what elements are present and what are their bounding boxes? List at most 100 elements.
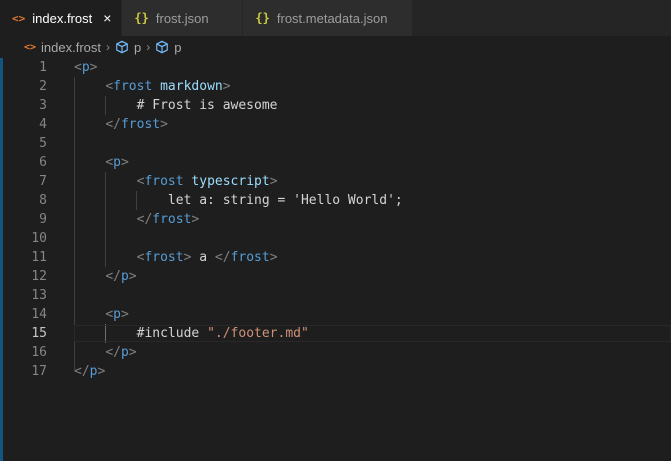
code-token: p: [113, 307, 121, 322]
code-token: <: [105, 307, 114, 322]
code-text: </p>: [74, 267, 137, 286]
code-token: </: [214, 250, 231, 265]
code-file-icon: <>: [24, 41, 37, 53]
code-token: frost: [152, 212, 192, 227]
code-text: let a: string = 'Hello World';: [74, 191, 403, 210]
code-line[interactable]: 10: [0, 229, 671, 248]
code-line[interactable]: 8 let a: string = 'Hello World';: [0, 191, 671, 210]
code-token: >: [97, 364, 106, 379]
line-number: 1: [39, 60, 47, 75]
code-token: >: [128, 269, 137, 284]
line-number: 5: [39, 136, 47, 151]
code-line[interactable]: 3 # Frost is awesome: [0, 96, 671, 115]
breadcrumb: <> index.frost › p › p: [0, 36, 671, 58]
code-line[interactable]: 12 </p>: [0, 267, 671, 286]
tab-label: index.frost: [32, 10, 93, 26]
code-line[interactable]: 14 <p>: [0, 305, 671, 324]
code-token: <: [105, 79, 114, 94]
line-number: 14: [31, 307, 47, 322]
line-number: 4: [39, 117, 47, 132]
code-text: </frost>: [74, 210, 200, 229]
tab-frost-metadata-json[interactable]: {} frost.metadata.json: [243, 0, 414, 36]
code-text: </frost>: [74, 115, 168, 134]
code-token: >: [269, 250, 278, 265]
code-token: </: [105, 269, 121, 284]
cube-icon: [115, 40, 129, 54]
code-line[interactable]: 2 <frost markdown>: [0, 77, 671, 96]
code-token: >: [191, 212, 200, 227]
code-token: typescript: [191, 174, 270, 189]
code-token: frost: [113, 79, 153, 94]
tab-frost-json[interactable]: {} frost.json: [122, 0, 244, 36]
line-number: 15: [31, 326, 47, 341]
code-token: frost: [144, 250, 184, 265]
code-token: </: [74, 364, 90, 379]
code-token: "./footer.md": [207, 326, 309, 341]
code-token: <: [74, 60, 82, 75]
line-number: 16: [31, 345, 47, 360]
code-line[interactable]: 5: [0, 134, 671, 153]
code-token: >: [160, 117, 168, 132]
code-file-icon: <>: [12, 11, 26, 25]
line-number: 9: [39, 212, 47, 227]
code-line[interactable]: 7 <frost typescript>: [0, 172, 671, 191]
json-braces-icon: {}: [255, 11, 270, 25]
breadcrumb-file[interactable]: index.frost: [41, 40, 101, 55]
code-text: <frost typescript>: [74, 172, 278, 191]
line-number: 13: [31, 288, 47, 303]
code-token: frost: [230, 250, 270, 265]
code-token: </: [105, 345, 121, 360]
line-number: 3: [39, 98, 47, 113]
breadcrumb-item-p[interactable]: p: [134, 40, 141, 55]
code-token: >: [269, 174, 278, 189]
code-line[interactable]: 9 </frost>: [0, 210, 671, 229]
code-token: frost: [120, 117, 161, 132]
code-token: p: [81, 60, 90, 75]
line-number: 10: [31, 231, 47, 246]
code-token: <: [105, 155, 114, 170]
code-token: p: [120, 269, 129, 284]
code-text: <p>: [74, 58, 97, 77]
tab-index-frost[interactable]: <> index.frost ×: [0, 0, 123, 36]
code-token: let a: string = 'Hello World';: [74, 193, 403, 208]
code-line[interactable]: 16 </p>: [0, 343, 671, 362]
chevron-right-icon: ›: [106, 40, 111, 54]
code-token: a: [191, 250, 215, 265]
tab-label: frost.metadata.json: [276, 10, 388, 26]
tab-bar: <> index.frost × {} frost.json {} frost.…: [0, 0, 671, 36]
code-line[interactable]: 6 <p>: [0, 153, 671, 172]
code-editor[interactable]: 1 <p> 2 <frost markdown> 3 # Frost is aweso…: [0, 58, 671, 461]
code-token: >: [128, 345, 137, 360]
code-token: </: [136, 212, 153, 227]
code-line[interactable]: 17 </p>: [0, 362, 671, 381]
breadcrumb-item-p[interactable]: p: [174, 40, 181, 55]
close-icon[interactable]: ×: [103, 11, 111, 25]
code-text: <frost markdown>: [74, 77, 231, 96]
code-token: >: [222, 79, 231, 94]
code-text: <p>: [74, 305, 129, 324]
code-token: #include: [74, 326, 208, 341]
code-token: frost: [144, 174, 184, 189]
code-token: markdown: [160, 79, 223, 94]
line-number: 7: [39, 174, 47, 189]
code-token: >: [89, 60, 98, 75]
code-line[interactable]: 15 #include "./footer.md": [0, 324, 671, 343]
chevron-right-icon: ›: [146, 40, 151, 54]
code-line[interactable]: 13: [0, 286, 671, 305]
line-number: 6: [39, 155, 47, 170]
code-token: p: [120, 345, 129, 360]
code-token: >: [120, 307, 129, 322]
code-line[interactable]: 4 </frost>: [0, 115, 671, 134]
code-text: <frost> a </frost>: [74, 248, 278, 267]
json-braces-icon: {}: [134, 11, 149, 25]
line-number: 2: [39, 79, 47, 94]
code-token: p: [113, 155, 121, 170]
code-line[interactable]: 1 <p>: [0, 58, 671, 77]
code-line[interactable]: 11 <frost> a </frost>: [0, 248, 671, 267]
